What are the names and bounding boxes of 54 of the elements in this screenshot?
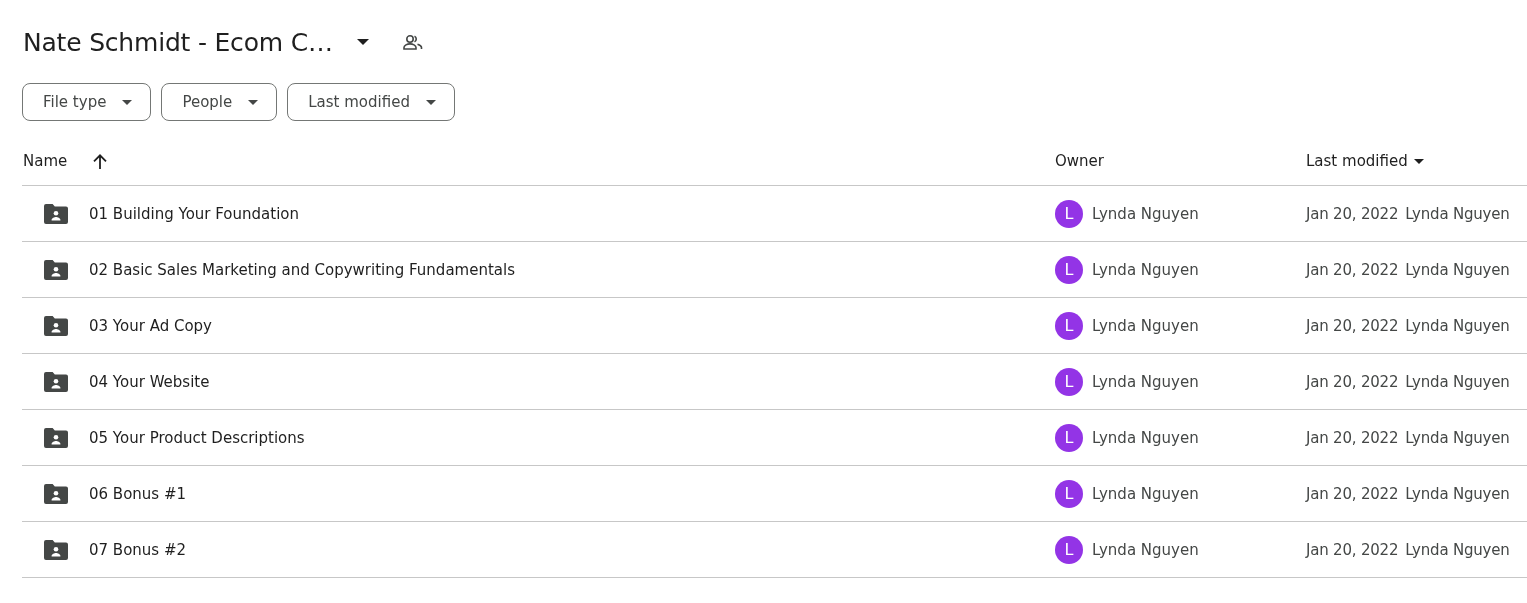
modified-date: Jan 20, 2022 — [1306, 428, 1399, 447]
owner-name: Lynda Nguyen — [1092, 204, 1199, 223]
shared-folder-icon — [44, 539, 68, 560]
filter-chip[interactable]: File type — [22, 83, 152, 121]
owner-avatar: L — [1055, 535, 1083, 564]
owner-name: Lynda Nguyen — [1092, 372, 1199, 391]
owner-name: Lynda Nguyen — [1092, 540, 1199, 559]
modified-by: Lynda Nguyen — [1405, 372, 1510, 391]
modified-by: Lynda Nguyen — [1405, 260, 1510, 279]
column-header: Owner — [1055, 152, 1104, 170]
owner-avatar: L — [1055, 199, 1083, 228]
shared-folder-icon — [44, 371, 68, 392]
modified-by: Lynda Nguyen — [1405, 204, 1510, 223]
owner-name: Lynda Nguyen — [1092, 316, 1199, 335]
folder-name[interactable]: 06 Bonus #1 — [89, 484, 187, 503]
shared-folder-icon — [44, 259, 68, 280]
folder-name[interactable]: 01 Building Your Foundation — [89, 204, 299, 223]
column-header: Name — [23, 152, 68, 170]
shared-folder-icon — [44, 483, 68, 504]
owner-avatar: L — [1055, 311, 1083, 340]
modified-by: Lynda Nguyen — [1405, 484, 1510, 503]
shared-folder-icon — [44, 315, 68, 336]
caret-icon — [248, 99, 259, 105]
modified-date: Jan 20, 2022 — [1306, 316, 1399, 335]
owner-avatar: L — [1055, 367, 1083, 396]
arrow-up-icon[interactable] — [93, 153, 108, 169]
owner-avatar: L — [1055, 255, 1083, 284]
filter-chip[interactable]: Last modified — [287, 83, 455, 121]
modified-date: Jan 20, 2022 — [1306, 484, 1399, 503]
folder-title-button[interactable]: Nate Schmidt - Ecom C… — [22, 22, 373, 62]
modified-by: Lynda Nguyen — [1405, 428, 1510, 447]
owner-avatar: L — [1055, 479, 1083, 508]
owner-name: Lynda Nguyen — [1092, 260, 1199, 279]
people-icon[interactable] — [402, 34, 423, 50]
caret-icon — [122, 99, 133, 105]
folder-name[interactable]: 04 Your Website — [89, 372, 210, 391]
shared-folder-icon — [44, 203, 68, 224]
filter-chip[interactable]: People — [161, 83, 278, 121]
caret-icon — [425, 99, 436, 105]
modified-by: Lynda Nguyen — [1405, 540, 1510, 559]
shared-folder-icon — [44, 427, 68, 448]
folder-name[interactable]: 03 Your Ad Copy — [89, 316, 212, 335]
owner-name: Lynda Nguyen — [1092, 428, 1199, 447]
modified-date: Jan 20, 2022 — [1306, 372, 1399, 391]
column-header-button[interactable]: Last modified — [1306, 152, 1424, 170]
folder-name[interactable]: 07 Bonus #2 — [89, 540, 187, 559]
folder-name[interactable]: 02 Basic Sales Marketing and Copywriting Fundamentals — [89, 260, 515, 279]
owner-name: Lynda Nguyen — [1092, 484, 1199, 503]
owner-avatar: L — [1055, 423, 1083, 452]
folder-name[interactable]: 05 Your Product Descriptions — [89, 428, 305, 447]
modified-date: Jan 20, 2022 — [1306, 260, 1399, 279]
modified-by: Lynda Nguyen — [1405, 316, 1510, 335]
modified-date: Jan 20, 2022 — [1306, 540, 1399, 559]
modified-date: Jan 20, 2022 — [1306, 204, 1399, 223]
